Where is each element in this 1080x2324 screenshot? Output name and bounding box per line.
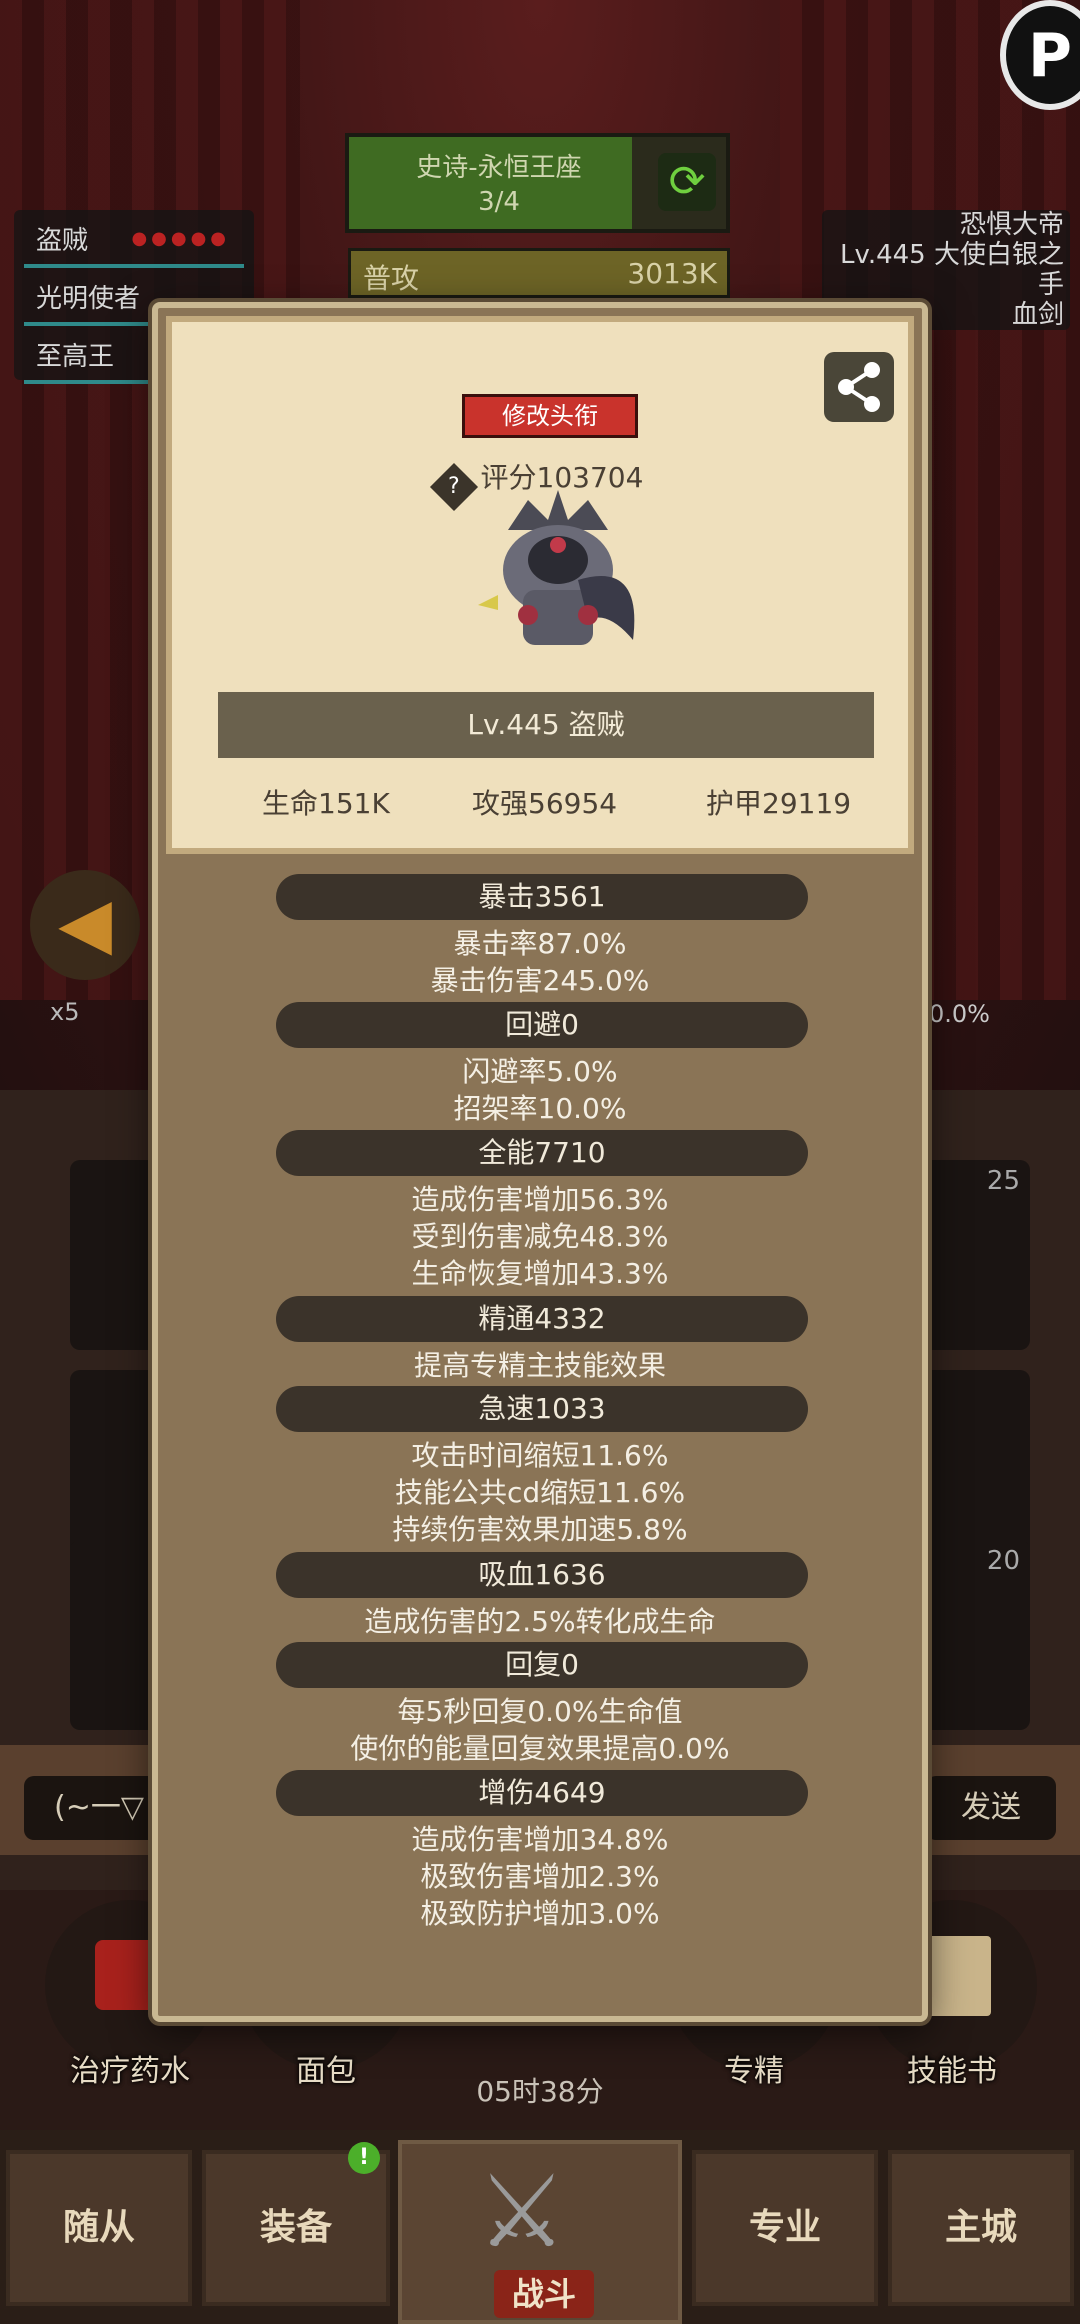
stat-section-header: 吸血1636 <box>276 1552 808 1598</box>
stat-section-header: 回复0 <box>276 1642 808 1688</box>
crossed-swords-icon: ⚔ <box>477 2153 567 2270</box>
stat-detail-line: 持续伤害效果加速5.8% <box>392 1513 688 1546</box>
stat-section-header: 精通4332 <box>276 1296 808 1342</box>
stat-section-header: 暴击3561 <box>276 874 808 920</box>
timer: 05时38分 <box>476 2075 604 2108</box>
party-member-name: 光明使者 <box>36 284 141 314</box>
boss-weapon-line1: Lv.445 大使白银之手 <box>839 240 1064 300</box>
attack-bar: 普攻 3013K <box>348 248 730 298</box>
emoticon-button[interactable]: (~一▽ <box>24 1776 164 1840</box>
right-percent: 0.0% <box>929 1000 990 1028</box>
armor-stat: 护甲29119 <box>706 787 852 820</box>
character-card: 修改头衔 ? 评分103704 Lv.445 盗贼 生命151K 攻强56954… <box>166 316 914 854</box>
party-member-name: 盗贼 <box>36 226 89 256</box>
hp-stat: 生命151K <box>262 787 390 820</box>
stat-detail-line: 受到伤害减免48.3% <box>411 1220 669 1253</box>
skill-slot[interactable]: 25 <box>920 1160 1030 1350</box>
stat-section-header: 急速1033 <box>276 1386 808 1432</box>
send-button[interactable]: 发送 <box>926 1776 1056 1840</box>
stat-section-header: 增伤4649 <box>276 1770 808 1816</box>
stage-progress-box[interactable]: 史诗-永恒王座 3/4 ⟳ <box>345 133 730 233</box>
item-label: 面包 <box>296 2054 356 2089</box>
stage-progress-text: 3/4 <box>478 187 520 217</box>
battle-label: 战斗 <box>494 2270 594 2318</box>
skill-slot[interactable]: 20 <box>920 1540 1030 1730</box>
stack-indicator: x5 <box>50 998 150 1028</box>
share-icon[interactable] <box>824 352 894 422</box>
base-stats-row: 生命151K 攻强56954 护甲29119 <box>172 782 908 822</box>
character-portrait <box>468 490 648 660</box>
stat-detail-line: 极致防护增加3.0% <box>420 1897 660 1930</box>
party-member[interactable]: 盗贼 ●●●●● <box>24 210 244 268</box>
stat-section-header: 全能7710 <box>276 1130 808 1176</box>
stat-detail-line: 招架率10.0% <box>453 1092 627 1125</box>
party-member-name: 至高王 <box>36 342 115 372</box>
edit-title-button[interactable]: 修改头衔 <box>462 394 638 438</box>
rating-dots: ●●●●● <box>131 228 230 249</box>
level-name-bar: Lv.445 盗贼 <box>218 692 874 758</box>
stat-detail-line: 造成伤害的2.5%转化成生命 <box>364 1605 716 1638</box>
back-arrow-icon[interactable]: ◀ <box>30 870 140 980</box>
stat-detail-line: 暴击率87.0% <box>453 927 627 960</box>
slot-count: 25 <box>986 1166 1020 1196</box>
character-stats-modal: 修改头衔 ? 评分103704 Lv.445 盗贼 生命151K 攻强56954… <box>152 302 928 2022</box>
item-label: 治疗药水 <box>70 2054 190 2089</box>
stat-detail-line: 造成伤害增加34.8% <box>411 1823 669 1856</box>
nav-battle[interactable]: ⚔ 战斗 <box>398 2140 682 2324</box>
nav-profession[interactable]: 专业 <box>692 2150 878 2306</box>
stat-detail-line: 每5秒回复0.0%生命值 <box>397 1695 683 1728</box>
stat-detail-line: 极致伤害增加2.3% <box>420 1860 660 1893</box>
refresh-icon[interactable]: ⟳ <box>658 153 716 211</box>
attack-value: 3013K <box>627 257 717 290</box>
stat-detail-line: 造成伤害增加56.3% <box>411 1183 669 1216</box>
stack-label: x5 <box>50 998 80 1026</box>
stat-detail-line: 提高专精主技能效果 <box>413 1349 666 1382</box>
stat-detail-line: 闪避率5.0% <box>462 1055 618 1088</box>
stat-detail-line: 使你的能量回复效果提高0.0% <box>350 1732 730 1765</box>
stat-detail-line: 暴击伤害245.0% <box>430 964 650 997</box>
stage-name: 史诗-永恒王座 <box>416 153 582 183</box>
item-label: 技能书 <box>907 2054 997 2089</box>
nav-follower[interactable]: 随从 <box>6 2150 192 2306</box>
attack-label: 普攻 <box>363 262 420 295</box>
notification-badge: ! <box>348 2142 380 2174</box>
item-label: 专精 <box>724 2054 784 2089</box>
attack-stat: 攻强56954 <box>472 787 618 820</box>
stat-detail-line: 技能公共cd缩短11.6% <box>394 1476 686 1509</box>
stat-section-header: 回避0 <box>276 1002 808 1048</box>
nav-main-city[interactable]: 主城 <box>888 2150 1074 2306</box>
stat-detail-line: 生命恢复增加43.3% <box>411 1257 669 1290</box>
slot-count: 20 <box>986 1546 1020 1576</box>
stat-detail-line: 攻击时间缩短11.6% <box>411 1439 669 1472</box>
boss-name: 恐惧大帝 <box>959 210 1064 240</box>
skill-slot[interactable] <box>920 1370 1030 1560</box>
